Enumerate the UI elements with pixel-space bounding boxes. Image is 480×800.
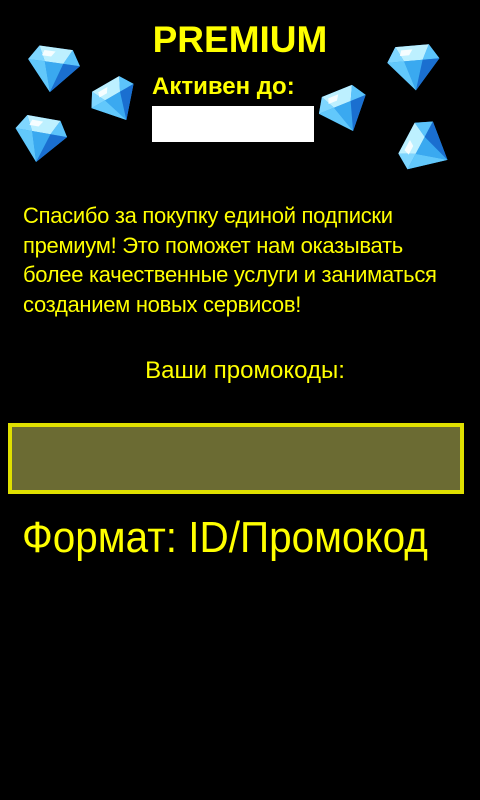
diamond-icon [388,110,466,188]
page-title: PREMIUM [152,19,328,60]
promo-codes-label: Ваши промокоды: [145,357,345,384]
diamond-icon [80,66,151,137]
thanks-message: Спасибо за покупку единой подписки преми… [23,203,437,317]
active-until-field[interactable] [152,106,314,142]
active-until-label: Активен до: [152,73,295,100]
format-hint: Формат: ID/Промокод [22,513,428,562]
promo-codes-field[interactable] [8,423,464,494]
diamond-icon [8,108,73,173]
